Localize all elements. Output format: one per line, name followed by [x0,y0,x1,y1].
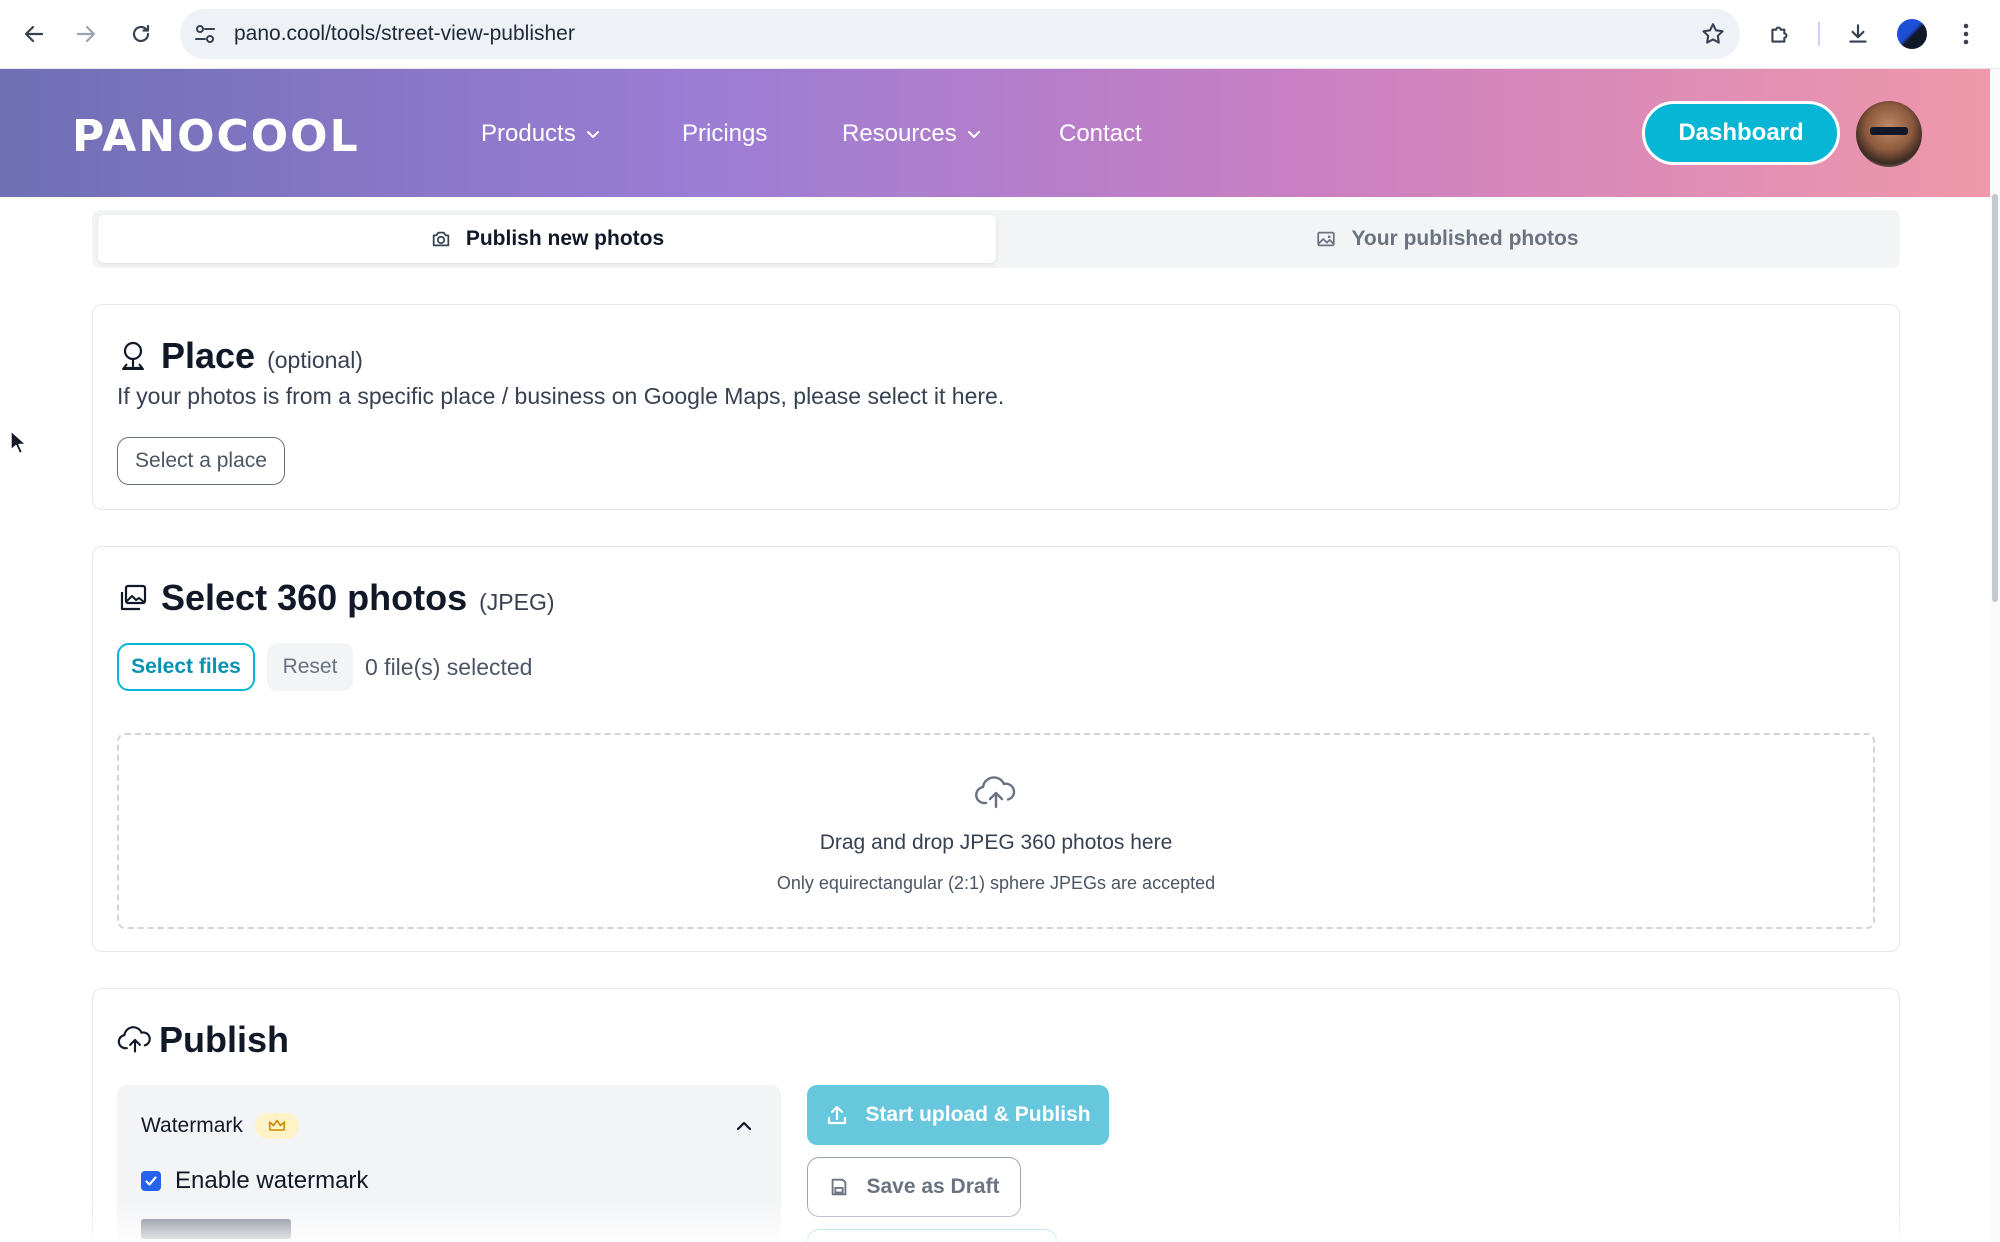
place-description: If your photos is from a specific place … [117,383,1005,409]
photos-title: Select 360 photos [161,577,468,618]
mouse-cursor-icon [10,430,27,455]
place-title: Place [161,335,256,376]
watermark-header[interactable]: Watermark [141,1113,299,1139]
images-icon [120,584,147,611]
nav-pricings[interactable]: Pricings [682,120,767,148]
start-upload-label: Start upload & Publish [865,1103,1091,1126]
puzzle-icon [1771,26,1788,43]
reset-button[interactable]: Reset [267,643,353,691]
address-bar[interactable]: pano.cool/tools/street-view-publisher [180,9,1740,59]
avatar-glasses [1870,127,1908,135]
check-icon [145,1176,157,1186]
map-pin-icon [122,341,144,370]
start-upload-publish-button[interactable]: Start upload & Publish [807,1085,1109,1145]
nav-contact[interactable]: Contact [1059,120,1142,148]
enable-watermark-row[interactable]: Enable watermark [141,1167,368,1195]
nav-resources[interactable]: Resources [842,120,983,148]
toolbar-separator [1818,22,1820,46]
crown-icon [268,1119,286,1131]
site-header: PANOCOOL Products Pricings Resources Con… [0,69,1990,197]
arrow-left-icon [24,25,44,43]
star-icon[interactable] [1700,21,1726,52]
nav-products-label: Products [481,120,576,147]
nav-products[interactable]: Products [481,120,602,148]
select-files-button[interactable]: Select files [117,643,255,691]
tab-publish-new-photos[interactable]: Publish new photos [98,215,996,263]
dashboard-button[interactable]: Dashboard [1642,101,1840,165]
publish-heading: Publish [117,1019,289,1061]
nav-resources-label: Resources [842,120,957,147]
tune-icon[interactable] [192,21,218,52]
nav-contact-label: Contact [1059,120,1142,147]
chevron-down-icon [967,131,980,138]
download-icon [1849,24,1867,43]
page-scrollbar[interactable] [1990,69,2000,1242]
premium-badge [254,1113,299,1139]
dropzone-sub-text: Only equirectangular (2:1) sphere JPEGs … [776,873,1216,893]
tab-publish-new-label: Publish new photos [465,227,665,250]
reload-button[interactable] [123,16,159,52]
downloads-button[interactable] [1840,16,1876,52]
cloud-upload-icon [975,776,1016,809]
save-draft-label: Save as Draft [866,1175,1000,1198]
scrollbar-thumb[interactable] [1992,194,1998,602]
chevron-up-icon[interactable] [733,1115,755,1137]
extensions-button[interactable] [1762,16,1798,52]
enable-watermark-label: Enable watermark [175,1167,369,1194]
enable-watermark-checkbox[interactable] [141,1171,161,1191]
browser-toolbar: pano.cool/tools/street-view-publisher [0,0,2000,69]
publish-tabs: Publish new photos Your published photos [92,210,1900,268]
nav-pricings-label: Pricings [682,120,768,147]
photo-dropzone[interactable]: Drag and drop JPEG 360 photos here Only … [117,733,1875,929]
select-photos-card: Select 360 photos (JPEG) Select files Re… [92,546,1900,952]
publish-title: Publish [159,1019,290,1060]
site-logo[interactable]: PANOCOOL [72,111,360,162]
kebab-menu-icon [1963,23,1969,45]
arrow-right-icon [76,25,96,43]
cloud-upload-icon [117,1026,151,1053]
photos-qualifier: (JPEG) [479,589,555,615]
browser-profile-avatar[interactable] [1897,19,1927,49]
url-text: pano.cool/tools/street-view-publisher [234,22,575,45]
place-card: Place (optional) If your photos is from … [92,304,1900,510]
photos-heading: Select 360 photos (JPEG) [117,577,555,619]
tab-published-label: Your published photos [1351,227,1579,250]
camera-icon [432,231,450,247]
forward-button[interactable] [68,16,104,52]
place-heading: Place (optional) [117,335,363,377]
select-place-button[interactable]: Select a place [117,437,285,485]
upload-icon [828,1105,847,1125]
back-button[interactable] [16,16,52,52]
browser-menu-button[interactable] [1948,16,1984,52]
place-qualifier: (optional) [267,347,363,373]
file-count-text: 0 file(s) selected [365,654,533,680]
image-icon [1317,231,1336,247]
watermark-label: Watermark [141,1114,243,1137]
dropzone-main-text: Drag and drop JPEG 360 photos here [819,831,1173,854]
user-avatar[interactable] [1856,101,1922,167]
reload-icon [132,24,150,43]
tab-your-published-photos[interactable]: Your published photos [1000,215,1894,263]
chevron-down-icon [586,131,599,138]
viewport-bottom-fade [0,1200,1990,1242]
save-icon [832,1178,847,1196]
